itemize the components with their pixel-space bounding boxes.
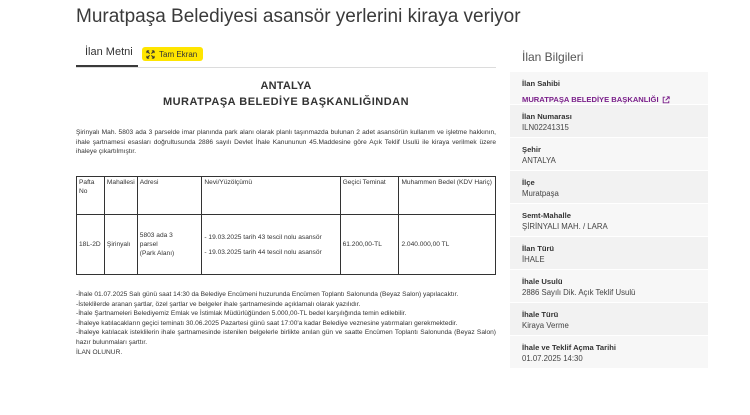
info-value: ILN02241315 — [522, 123, 569, 132]
doc-notes: -İhale 01.07.2025 Salı günü saat 14:30 d… — [76, 290, 496, 357]
info-item-ilan-turu: İlan Türü İHALE — [510, 237, 708, 270]
ilan-sahibi-link[interactable]: MURATPAŞA BELEDİYE BAŞKANLIĞI — [522, 94, 670, 105]
info-value: ŞİRİNYALI MAH. / LARA — [522, 222, 608, 231]
note-item: -İhale Şartnameleri Belediyemiz Emlak ve… — [76, 310, 407, 318]
note-item: -İhale 01.07.2025 Salı günü saat 14:30 d… — [76, 291, 459, 298]
doc-heading-institution: MURATPAŞA BELEDİYE BAŞKANLIĞINDAN — [162, 96, 410, 108]
tab-ilan-metni[interactable]: İlan Metni — [85, 46, 133, 58]
note-closing: İLAN OLUNUR. — [76, 348, 123, 356]
ilan-info-list: İlan Sahibi MURATPAŞA BELEDİYE BAŞKANLIĞ… — [510, 72, 708, 369]
info-label: Semt-Mahalle — [522, 211, 571, 220]
adres-line-2: parsel — [139, 241, 158, 248]
info-label: İhale Usulü — [522, 277, 563, 286]
info-item-ilan-numarasi: İlan Numarası ILN02241315 — [510, 105, 708, 138]
header-mahalle: Mahallesi — [103, 176, 138, 215]
info-item-ilan-sahibi: İlan Sahibi MURATPAŞA BELEDİYE BAŞKANLIĞ… — [510, 72, 708, 105]
ilan-document: ANTALYA MURATPAŞA BELEDİYE BAŞKANLIĞINDA… — [76, 80, 496, 356]
side-panel-title: İlan Bilgileri — [522, 50, 584, 64]
info-item-ihale-usulu: İhale Usulü 2886 Sayılı Dik. Açık Teklif… — [510, 270, 708, 303]
note-item: -İsteklilerde aranan şartlar, özel şartl… — [76, 300, 361, 308]
active-tab-indicator — [76, 65, 138, 67]
header-bedel: Muhammen Bedel (KDV Hariç) — [398, 176, 496, 215]
info-value: Muratpaşa — [522, 189, 559, 198]
info-item-ihale-tarihi: İhale ve Teklif Açma Tarihi 01.07.2025 1… — [510, 336, 708, 369]
tab-bar: İlan Metni Tam Ekran — [76, 43, 496, 68]
info-label: İlan Numarası — [522, 112, 572, 121]
info-label: İlan Sahibi — [522, 79, 560, 88]
note-item: -İhaleye katılacak isteklilerin ihale şa… — [76, 329, 496, 346]
fullscreen-label: Tam Ekran — [159, 49, 198, 59]
adres-line-3: (Park Alanı) — [139, 250, 175, 257]
table-row: 18L-2D Şirinyalı 5803 ada 3 parsel (Park… — [76, 214, 496, 275]
header-adres: Adresi — [136, 176, 203, 215]
info-value: İHALE — [522, 255, 545, 264]
info-link-label: MURATPAŞA BELEDİYE BAŞKANLIĞI — [522, 95, 659, 104]
ilan-table: Pafta No Mahallesi Adresi Nevi/Yüzölçümü… — [76, 176, 496, 275]
external-link-icon — [662, 95, 670, 103]
nevi-line-2: - 19.03.2025 tarih 44 tescil nolu asansö… — [204, 248, 322, 256]
expand-icon — [146, 49, 155, 59]
cell-bedel: 2.040.000,00 TL — [398, 214, 496, 275]
nevi-line-1: - 19.03.2025 tarih 43 tescil nolu asansö… — [204, 233, 322, 241]
info-item-semt-mahalle: Semt-Mahalle ŞİRİNYALI MAH. / LARA — [510, 204, 708, 237]
info-label: İlçe — [522, 178, 535, 187]
header-teminat: Geçici Teminat — [339, 176, 400, 215]
info-label: İhale ve Teklif Açma Tarihi — [522, 343, 616, 352]
cell-nevi: - 19.03.2025 tarih 43 tescil nolu asansö… — [201, 214, 341, 275]
info-label: İhale Türü — [522, 310, 559, 319]
header-pafta: Pafta No — [76, 176, 105, 215]
info-item-ilce: İlçe Muratpaşa — [510, 171, 708, 204]
info-value: ANTALYA — [522, 156, 556, 165]
info-label: İlan Türü — [522, 244, 555, 253]
adres-line-1: 5803 ada 3 — [139, 232, 173, 239]
cell-teminat: 61.200,00-TL — [339, 214, 400, 275]
info-label: Şehir — [522, 145, 541, 154]
header-nevi: Nevi/Yüzölçümü — [201, 176, 341, 215]
doc-heading-city: ANTALYA — [260, 80, 312, 92]
table-header-row: Pafta No Mahallesi Adresi Nevi/Yüzölçümü… — [76, 176, 496, 215]
cell-mahalle: Şirinyalı — [103, 214, 138, 275]
doc-intro-paragraph: Şirinyalı Mah. 5803 ada 3 parselde imar … — [76, 129, 496, 156]
info-item-sehir: Şehir ANTALYA — [510, 138, 708, 171]
info-value: Kiraya Verme — [522, 321, 569, 330]
info-item-ihale-turu: İhale Türü Kiraya Verme — [510, 303, 708, 336]
cell-adres: 5803 ada 3 parsel (Park Alanı) — [136, 214, 203, 275]
info-value: 01.07.2025 14:30 — [522, 354, 583, 363]
note-item: -İhaleye katılacakların geçici teminatı … — [76, 319, 458, 327]
cell-pafta: 18L-2D — [76, 214, 105, 275]
page-title: Muratpaşa Belediyesi asansör yerlerini k… — [76, 6, 521, 27]
fullscreen-button[interactable]: Tam Ekran — [142, 47, 204, 61]
info-value: 2886 Sayılı Dik. Açık Teklif Usulü — [522, 288, 636, 297]
